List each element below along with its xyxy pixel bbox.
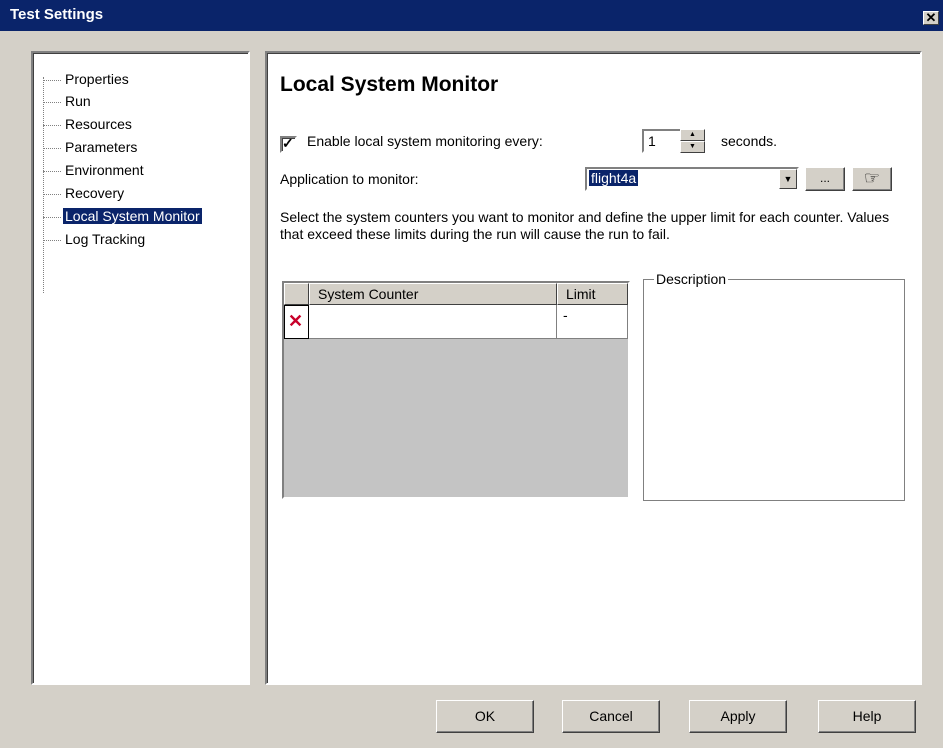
counter-grid: System Counter Limit ✕ - <box>282 281 630 499</box>
column-header-system-counter[interactable]: System Counter <box>309 283 557 305</box>
ok-button[interactable]: OK <box>436 700 534 733</box>
pointing-hand-icon[interactable]: ☞ <box>852 167 892 191</box>
checkmark-icon: ✓ <box>282 135 294 151</box>
tree-item-label[interactable]: Local System Monitor <box>62 207 203 225</box>
tree-branch <box>43 240 61 241</box>
tree-branch <box>43 194 61 195</box>
dropdown-arrow-icon[interactable]: ▼ <box>779 169 797 189</box>
tree-branch <box>43 125 61 126</box>
apply-button[interactable]: Apply <box>689 700 787 733</box>
tree-branch <box>43 102 61 103</box>
cancel-button[interactable]: Cancel <box>562 700 660 733</box>
close-icon[interactable]: ✕ <box>923 11 939 25</box>
spin-up-icon[interactable]: ▲ <box>680 129 705 141</box>
page-title: Local System Monitor <box>280 73 499 96</box>
browse-button[interactable]: ... <box>805 167 845 191</box>
grid-corner <box>284 283 309 305</box>
interval-stepper[interactable]: ▲ ▼ <box>680 129 705 153</box>
spin-down-icon[interactable]: ▼ <box>680 141 705 153</box>
tree-branch <box>43 217 61 218</box>
application-value[interactable]: flight4a <box>589 170 639 186</box>
enable-monitoring-label[interactable]: Enable local system monitoring every: <box>307 133 543 149</box>
limit-cell[interactable]: - <box>557 305 628 339</box>
help-button[interactable]: Help <box>818 700 916 733</box>
title-bar: Test Settings ✕ <box>0 0 943 31</box>
enable-monitoring-checkbox[interactable]: ✓ <box>280 135 297 153</box>
column-header-limit[interactable]: Limit <box>557 283 628 305</box>
tree-item-label[interactable]: Properties <box>63 71 131 87</box>
tree-branch <box>43 148 61 149</box>
tree-item-label[interactable]: Environment <box>63 162 146 178</box>
tree-branch <box>43 171 61 172</box>
description-box: Description <box>643 271 905 501</box>
seconds-label: seconds. <box>721 133 778 149</box>
interval-input[interactable]: 1 <box>642 129 682 153</box>
tree-item-label[interactable]: Recovery <box>63 185 126 201</box>
dialog-title: Test Settings <box>10 6 104 23</box>
settings-tree: Properties Run Resources Parameters Envi… <box>31 51 250 685</box>
application-label: Application to monitor: <box>280 171 419 187</box>
description-legend: Description <box>654 271 729 287</box>
application-select[interactable]: flight4a ▼ <box>585 167 799 191</box>
system-counter-cell[interactable] <box>309 305 557 339</box>
table-row[interactable]: ✕ <box>284 305 309 339</box>
tree-item-label[interactable]: Resources <box>63 116 134 132</box>
instructions-text: Select the system counters you want to m… <box>280 209 890 242</box>
delete-row-icon[interactable]: ✕ <box>288 311 303 332</box>
tree-line <box>43 77 44 293</box>
settings-panel: Local System Monitor ✓ Enable local syst… <box>265 51 922 685</box>
test-settings-dialog: Test Settings ✕ Properties Run Resources… <box>0 0 943 748</box>
tree-item-label[interactable]: Log Tracking <box>63 231 147 247</box>
tree-item-label[interactable]: Run <box>63 93 93 109</box>
tree-branch <box>43 80 61 81</box>
tree-item-label[interactable]: Parameters <box>63 139 139 155</box>
